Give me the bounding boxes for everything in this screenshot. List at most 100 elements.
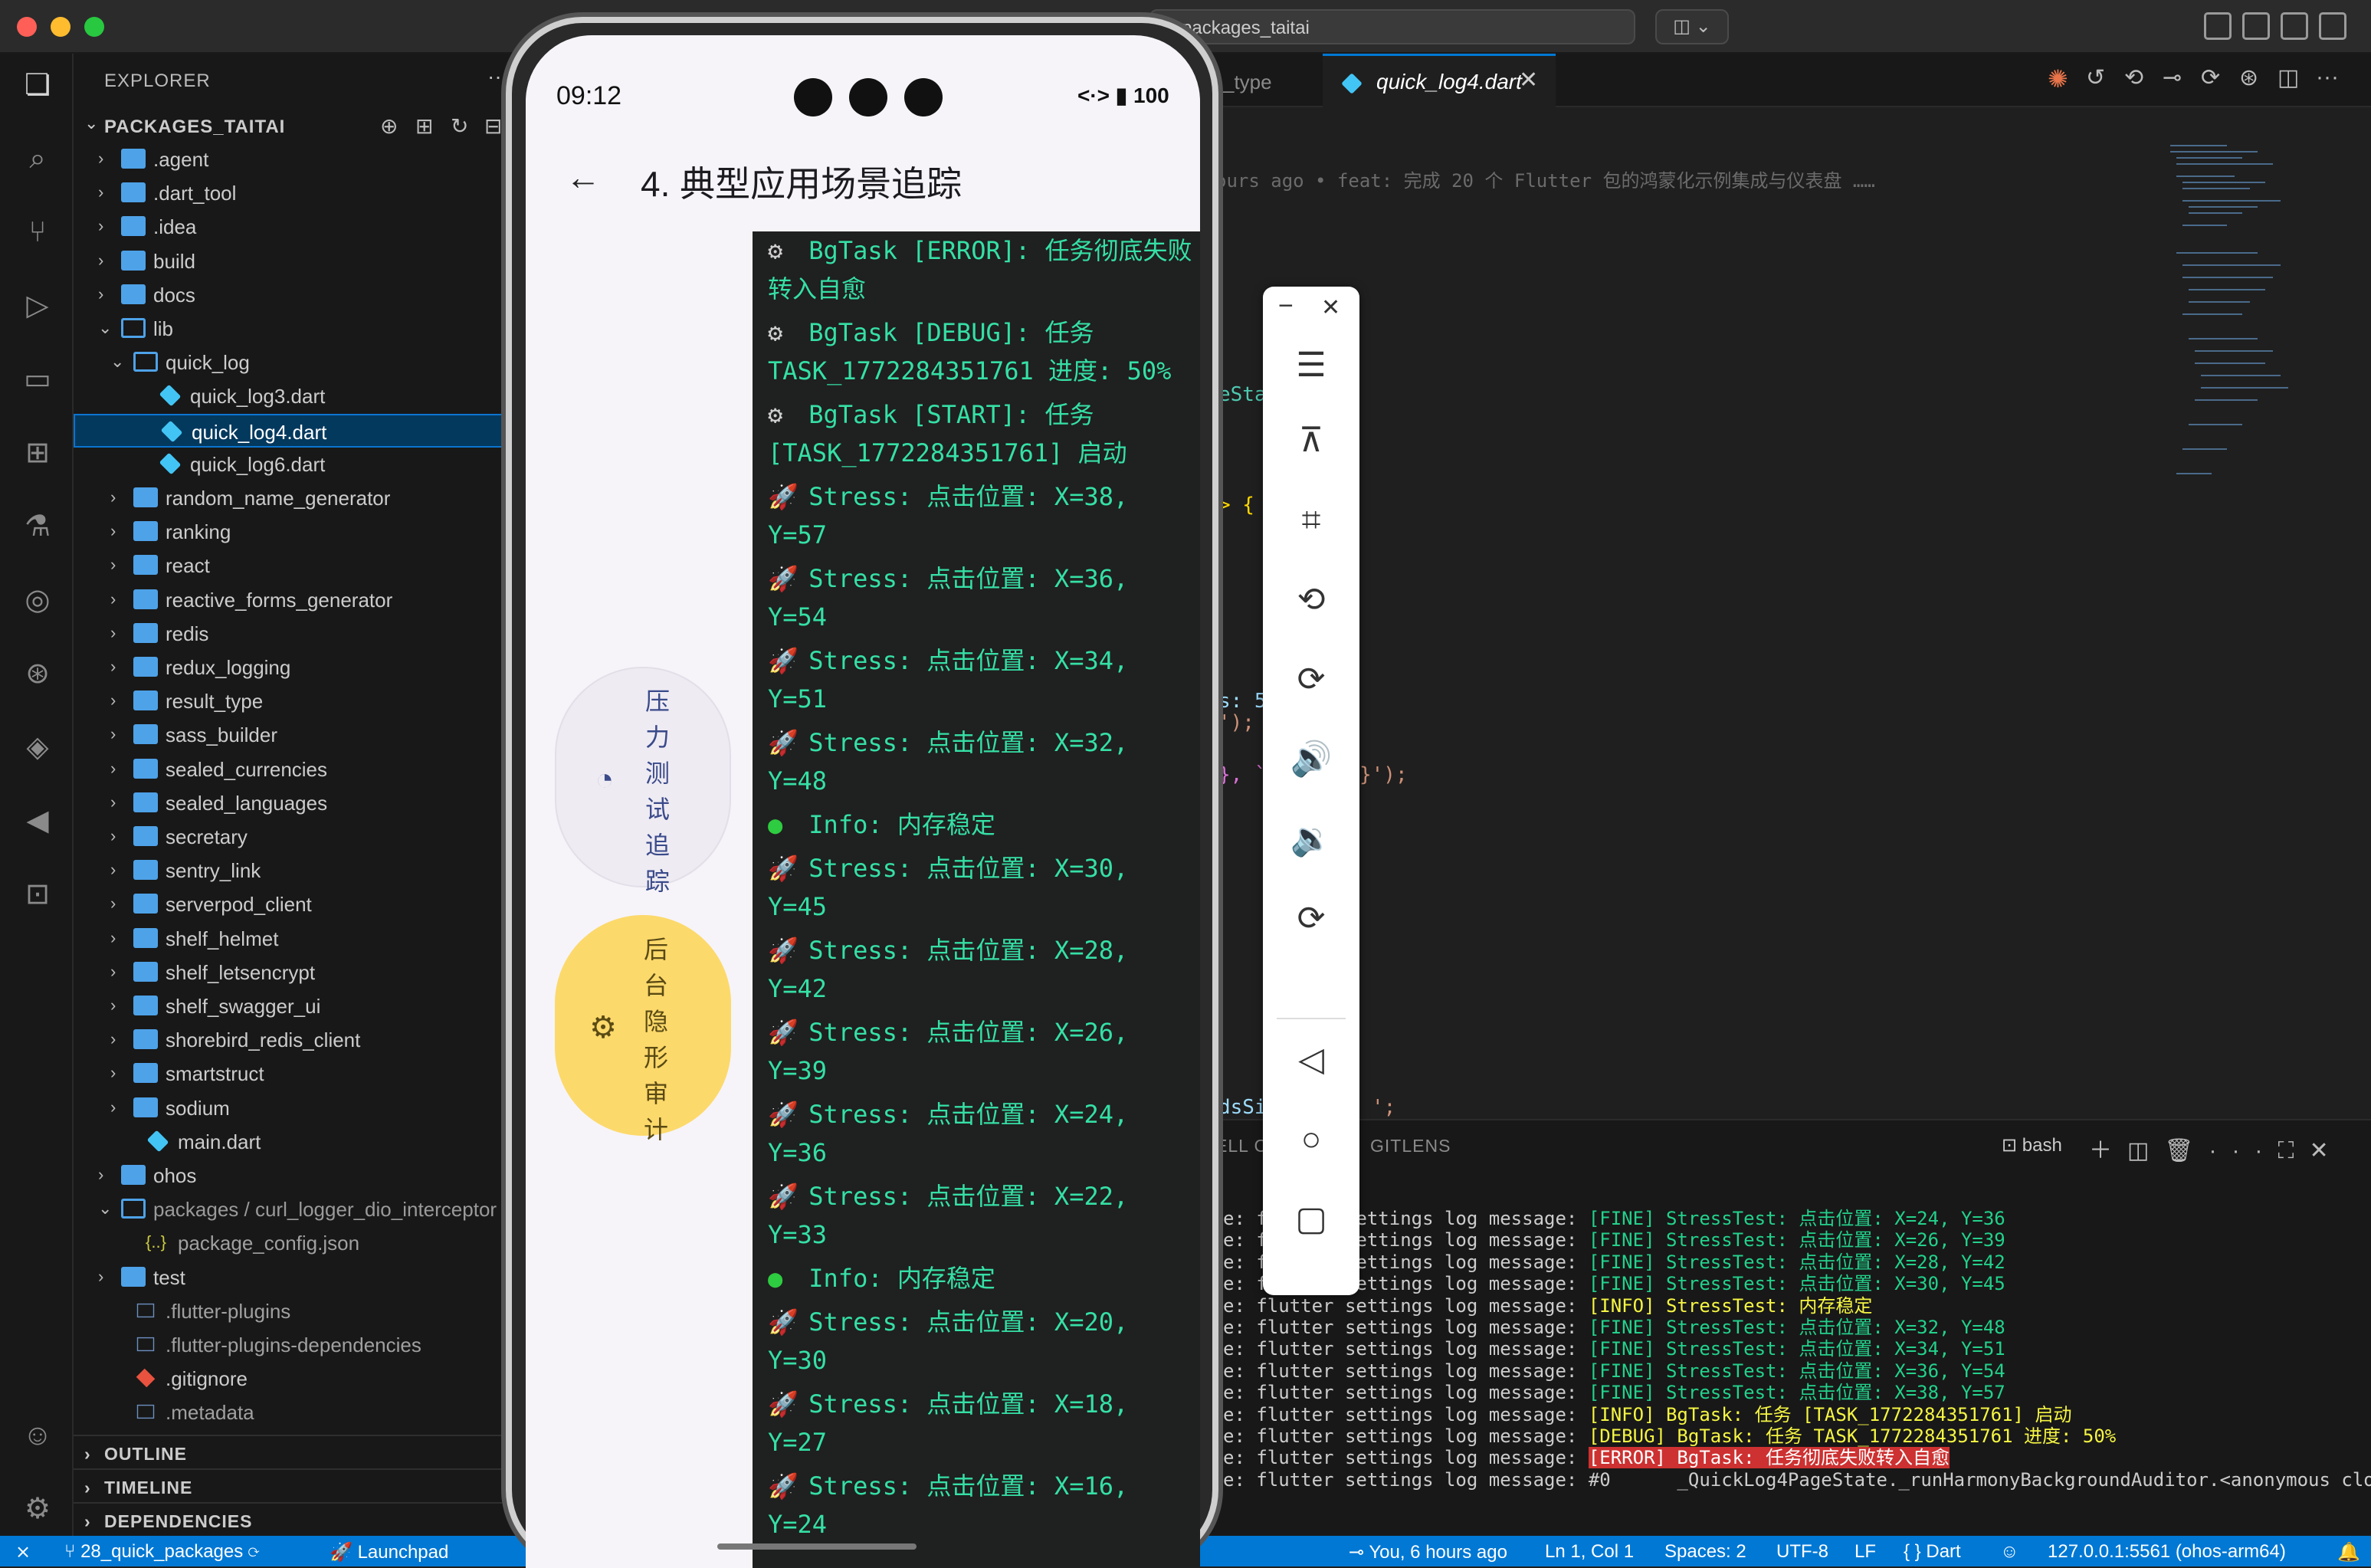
notifications-icon[interactable]: 🔔	[2337, 1541, 2360, 1563]
copilot-icon[interactable]: ☺	[2000, 1541, 2019, 1563]
screenshot-icon[interactable]: ⟳	[1286, 654, 1336, 705]
tree-folder[interactable]: › redis	[74, 617, 510, 651]
testing-icon[interactable]: ⚗	[20, 509, 55, 544]
indentation[interactable]: Spaces: 2	[1664, 1541, 1746, 1563]
remote-explorer-icon[interactable]: ▭	[20, 362, 55, 397]
minimize-icon[interactable]: −	[1278, 291, 1294, 321]
tree-folder[interactable]: › .idea	[74, 210, 510, 244]
extensions-icon[interactable]: ⊞	[20, 435, 55, 471]
toggle-secondary-sidebar-icon[interactable]	[2319, 12, 2346, 40]
more-actions-icon[interactable]: ···	[2209, 1138, 2278, 1163]
line-ending[interactable]: LF	[1854, 1541, 1876, 1563]
tree-folder[interactable]: › .agent	[74, 143, 510, 176]
tree-folder[interactable]: › result_type	[74, 684, 510, 718]
containers-icon[interactable]: ◈	[20, 730, 55, 765]
section-timeline[interactable]: › TIMELINE	[74, 1468, 510, 1502]
customize-layout-icon[interactable]	[2204, 12, 2232, 40]
tree-file[interactable]: main.dart	[74, 1125, 510, 1159]
maximize-window-button[interactable]	[84, 17, 104, 37]
encoding[interactable]: UTF-8	[1776, 1541, 1828, 1563]
run-debug-icon[interactable]: ▷	[20, 288, 55, 323]
settings-gear-icon[interactable]: ⚙	[20, 1491, 55, 1527]
sparkle-icon[interactable]: ✺	[2048, 64, 2068, 93]
more-actions-icon[interactable]: ···	[2316, 64, 2339, 90]
tree-folder[interactable]: › ohos	[74, 1159, 510, 1192]
tree-folder[interactable]: › ranking	[74, 515, 510, 549]
terminal-shell-label[interactable]: ⊡ bash	[2002, 1134, 2062, 1156]
back-arrow-icon[interactable]: ←	[566, 156, 601, 198]
tree-folder[interactable]: › sentry_link	[74, 854, 510, 887]
tree-folder[interactable]: › shelf_swagger_ui	[74, 989, 510, 1023]
trash-icon[interactable]: 🗑	[2164, 1138, 2209, 1163]
close-window-button[interactable]	[17, 17, 37, 37]
tab-previous[interactable]: _type	[1223, 71, 1272, 94]
add-terminal-icon[interactable]: ＋	[2089, 1138, 2127, 1163]
toggle-sidebar-icon[interactable]	[2242, 12, 2270, 40]
source-control-icon[interactable]: ⑂	[20, 215, 55, 250]
new-folder-icon[interactable]: ⊞	[415, 113, 433, 139]
explorer-icon[interactable]: ❏	[20, 67, 55, 103]
workspace-header[interactable]: ⌄ PACKAGES_TAITAI ⊕ ⊞ ↻ ⊟	[74, 110, 510, 143]
minimap[interactable]	[2166, 138, 2350, 536]
tree-folder[interactable]: › redux_logging	[74, 651, 510, 684]
cursor-position[interactable]: Ln 1, Col 1	[1545, 1541, 1634, 1563]
tree-file[interactable]: .flutter-plugins	[74, 1294, 510, 1328]
tree-folder[interactable]: › sealed_currencies	[74, 753, 510, 786]
device-selector[interactable]: 127.0.0.1:5561 (ohos-arm64)	[2048, 1541, 2286, 1563]
tab-shell-output[interactable]: ELL C	[1215, 1136, 1267, 1156]
log-console[interactable]: ⚙ BgTask [ERROR]: 任务彻底失败转入自愈 ⚙ BgTask [DE…	[753, 231, 1200, 1568]
volume-up-icon[interactable]: 🔊	[1286, 734, 1336, 785]
tree-file[interactable]: .gitignore	[74, 1362, 510, 1396]
split-terminal-icon[interactable]: ◫	[2127, 1138, 2164, 1163]
crop-icon[interactable]: ⌗	[1286, 495, 1336, 546]
gitlens-icon[interactable]: ◎	[20, 582, 55, 618]
tree-file[interactable]: quick_log4.dart	[74, 413, 510, 448]
new-file-icon[interactable]: ⊕	[380, 113, 398, 139]
tree-folder[interactable]: › shelf_letsencrypt	[74, 956, 510, 989]
refresh-icon[interactable]: ↻	[451, 113, 468, 139]
rotate-icon[interactable]: ⟲	[1286, 575, 1336, 625]
tree-folder[interactable]: ⌄ packages / curl_logger_dio_interceptor	[74, 1192, 510, 1226]
git-blame-status[interactable]: ⊸ You, 6 hours ago	[1349, 1541, 1507, 1563]
tree-folder[interactable]: › build	[74, 244, 510, 278]
rotate-device-icon[interactable]: ⟳	[1286, 894, 1336, 944]
tree-folder[interactable]: › .dart_tool	[74, 176, 510, 210]
next-change-icon[interactable]: ⟳	[2201, 64, 2220, 91]
language-mode[interactable]: { } Dart	[1904, 1541, 1961, 1563]
tree-folder[interactable]: › reactive_forms_generator	[74, 583, 510, 617]
flutter-icon[interactable]: ◀	[20, 803, 55, 838]
tree-folder[interactable]: › shorebird_redis_client	[74, 1023, 510, 1057]
tree-file[interactable]: quick_log6.dart	[74, 448, 510, 481]
tree-folder[interactable]: ⌄ quick_log	[74, 346, 510, 379]
tree-folder[interactable]: › docs	[74, 278, 510, 312]
tree-folder[interactable]: › react	[74, 549, 510, 582]
background-audit-button[interactable]: ⚙ 后台隐形审计	[555, 915, 731, 1143]
tree-folder[interactable]: › serverpod_client	[74, 887, 510, 921]
branch-indicator[interactable]: ⑂ 28_quick_packages ⟳	[64, 1541, 259, 1563]
minimize-window-button[interactable]	[51, 17, 71, 37]
tree-folder[interactable]: › random_name_generator	[74, 481, 510, 515]
tree-folder[interactable]: › sodium	[74, 1091, 510, 1125]
tab-gitlens[interactable]: GITLENS	[1370, 1136, 1451, 1156]
tree-folder[interactable]: › secretary	[74, 820, 510, 854]
pin-off-icon[interactable]: ⊼	[1286, 415, 1336, 466]
tree-file[interactable]: .flutter-plugins-dependencies	[74, 1328, 510, 1362]
git-compare-icon[interactable]: ⊛	[2239, 64, 2258, 91]
back-triangle-icon[interactable]: ◁	[1286, 1035, 1336, 1085]
tree-file[interactable]: quick_log3.dart	[74, 379, 510, 413]
home-circle-icon[interactable]: ○	[1286, 1114, 1336, 1165]
close-icon[interactable]: ✕	[1321, 294, 1340, 321]
git-graph-icon[interactable]: ⊛	[20, 656, 55, 691]
collapse-all-icon[interactable]: ⊟	[484, 113, 502, 139]
tree-folder[interactable]: › sealed_languages	[74, 786, 510, 820]
tab-quick-log4[interactable]: quick_log4.dart ✕	[1323, 54, 1556, 107]
scan-icon[interactable]: ⊡	[20, 877, 55, 912]
account-icon[interactable]: ☺	[20, 1418, 55, 1453]
section-dependencies[interactable]: › DEPENDENCIES	[74, 1502, 510, 1536]
recent-square-icon[interactable]: ▢	[1286, 1194, 1336, 1245]
compare-icon[interactable]: ⟲	[2124, 64, 2143, 91]
close-icon[interactable]: ✕	[1519, 67, 1538, 93]
search-icon[interactable]: ⌕	[20, 141, 55, 176]
volume-down-icon[interactable]: 🔉	[1286, 814, 1336, 864]
menu-icon[interactable]: ☰	[1286, 340, 1336, 391]
